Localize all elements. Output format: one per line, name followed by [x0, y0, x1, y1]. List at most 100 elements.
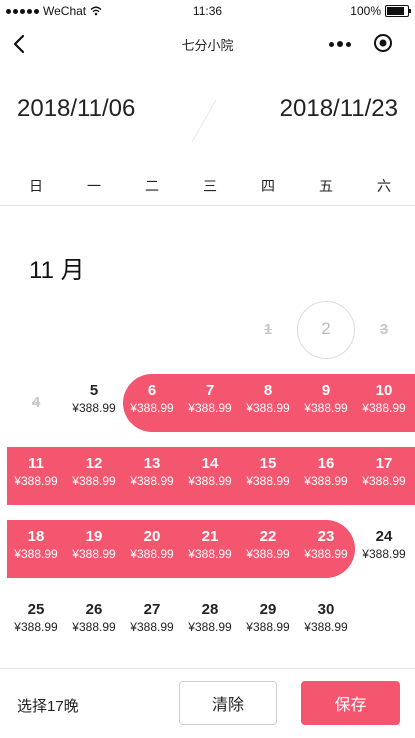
date-range: 2018/11/06 2018/11/23 [0, 66, 415, 166]
range-divider [191, 99, 217, 143]
day-number: 22 [259, 528, 277, 545]
nights-summary: 选择17晚 [17, 698, 79, 715]
day-price: ¥388.99 [246, 474, 290, 488]
day-price: ¥388.99 [72, 474, 116, 488]
day-number: 18 [27, 528, 45, 545]
weekday-label: 三 [203, 178, 217, 194]
more-icon[interactable] [329, 37, 353, 51]
day-number: 16 [317, 455, 335, 472]
calendar-day[interactable]: 24 ¥388.99 [355, 520, 413, 578]
calendar-day: 1 [239, 301, 297, 359]
check-in-date[interactable]: 2018/11/06 [17, 95, 135, 123]
month-label: 11 月 [29, 257, 85, 284]
day-number: 15 [259, 455, 277, 472]
day-price: ¥388.99 [188, 401, 232, 415]
calendar-day[interactable]: 30 ¥388.99 [297, 593, 355, 651]
calendar-day[interactable]: 13 ¥388.99 [123, 447, 181, 505]
today-ring [297, 301, 355, 359]
day-number: 12 [85, 455, 103, 472]
calendar-day[interactable]: 8 ¥388.99 [239, 374, 297, 432]
day-price: ¥388.99 [130, 401, 174, 415]
calendar-day[interactable]: 14 ¥388.99 [181, 447, 239, 505]
day-price: ¥388.99 [188, 547, 232, 561]
calendar-day[interactable]: 19 ¥388.99 [65, 520, 123, 578]
calendar-day[interactable]: 23 ¥388.99 [297, 520, 355, 578]
calendar-day[interactable]: 27 ¥388.99 [123, 593, 181, 651]
day-number: 29 [259, 601, 277, 618]
weekday-label: 五 [319, 178, 333, 194]
day-number: 17 [375, 455, 393, 472]
calendar-day[interactable]: 5 ¥388.99 [65, 374, 123, 432]
calendar-day[interactable]: 21 ¥388.99 [181, 520, 239, 578]
day-price: ¥388.99 [304, 620, 348, 634]
day-number: 7 [205, 382, 215, 399]
calendar-day[interactable]: 26 ¥388.99 [65, 593, 123, 651]
day-price: ¥388.99 [14, 620, 58, 634]
day-price: ¥388.99 [130, 547, 174, 561]
day-number: 11 [28, 455, 44, 472]
day-price: ¥388.99 [362, 547, 406, 561]
calendar-day[interactable]: 22 ¥388.99 [239, 520, 297, 578]
calendar-day[interactable]: 17 ¥388.99 [355, 447, 413, 505]
calendar-day[interactable]: 7 ¥388.99 [181, 374, 239, 432]
calendar-day[interactable]: 20 ¥388.99 [123, 520, 181, 578]
day-number: 26 [85, 601, 103, 618]
calendar-day[interactable]: 2 [297, 301, 355, 359]
calendar-day[interactable]: 16 ¥388.99 [297, 447, 355, 505]
day-price: ¥388.99 [246, 620, 290, 634]
day-number: 24 [375, 528, 393, 545]
weekday-label: 一 [87, 178, 101, 194]
weekday-label: 六 [377, 178, 391, 194]
day-number: 28 [201, 601, 219, 618]
day-number: 25 [27, 601, 45, 618]
day-number: 1 [263, 321, 273, 338]
calendar-day: 3 [355, 301, 413, 359]
day-number: 23 [317, 528, 335, 545]
calendar-day[interactable]: 18 ¥388.99 [7, 520, 65, 578]
day-price: ¥388.99 [304, 547, 348, 561]
day-number: 21 [201, 528, 219, 545]
clear-button[interactable]: 清除 [179, 681, 277, 725]
calendar-day[interactable]: 11 ¥388.99 [7, 447, 65, 505]
day-number: 13 [143, 455, 161, 472]
day-number: 27 [143, 601, 161, 618]
battery-icon [385, 5, 411, 17]
weekday-header: 日 一 二 三 四 五 六 [0, 168, 415, 206]
navbar: 七分小院 [0, 22, 415, 66]
day-price: ¥388.99 [362, 401, 406, 415]
day-number: 14 [201, 455, 219, 472]
day-price: ¥388.99 [14, 547, 58, 561]
check-out-date[interactable]: 2018/11/23 [280, 95, 398, 123]
footer-bar: 选择17晚 清除 保存 [0, 668, 415, 738]
calendar-day[interactable]: 25 ¥388.99 [7, 593, 65, 651]
battery-percent: 100% [350, 4, 381, 18]
calendar-day[interactable]: 12 ¥388.99 [65, 447, 123, 505]
day-price: ¥388.99 [130, 474, 174, 488]
day-number: 5 [89, 382, 99, 399]
day-number: 10 [375, 382, 393, 399]
day-price: ¥388.99 [304, 401, 348, 415]
calendar-day[interactable]: 15 ¥388.99 [239, 447, 297, 505]
day-price: ¥388.99 [304, 474, 348, 488]
day-price: ¥388.99 [72, 620, 116, 634]
day-price: ¥388.99 [188, 474, 232, 488]
calendar-day[interactable]: 10 ¥388.99 [355, 374, 413, 432]
calendar-day[interactable]: 28 ¥388.99 [181, 593, 239, 651]
calendar-day[interactable]: 29 ¥388.99 [239, 593, 297, 651]
day-price: ¥388.99 [72, 401, 116, 415]
save-button[interactable]: 保存 [301, 681, 400, 725]
record-icon[interactable] [373, 33, 393, 53]
day-number: 6 [147, 382, 157, 399]
day-number: 4 [31, 394, 41, 411]
day-number: 8 [263, 382, 273, 399]
battery-status: 100% [350, 4, 411, 18]
status-bar: WeChat 11:36 100% [0, 0, 415, 22]
calendar-day[interactable]: 6 ¥388.99 [123, 374, 181, 432]
calendar-day[interactable]: 9 ¥388.99 [297, 374, 355, 432]
day-price: ¥388.99 [362, 474, 406, 488]
day-price: ¥388.99 [246, 401, 290, 415]
day-price: ¥388.99 [188, 620, 232, 634]
day-price: ¥388.99 [246, 547, 290, 561]
day-number: 3 [379, 321, 389, 338]
weekday-label: 二 [145, 178, 159, 194]
